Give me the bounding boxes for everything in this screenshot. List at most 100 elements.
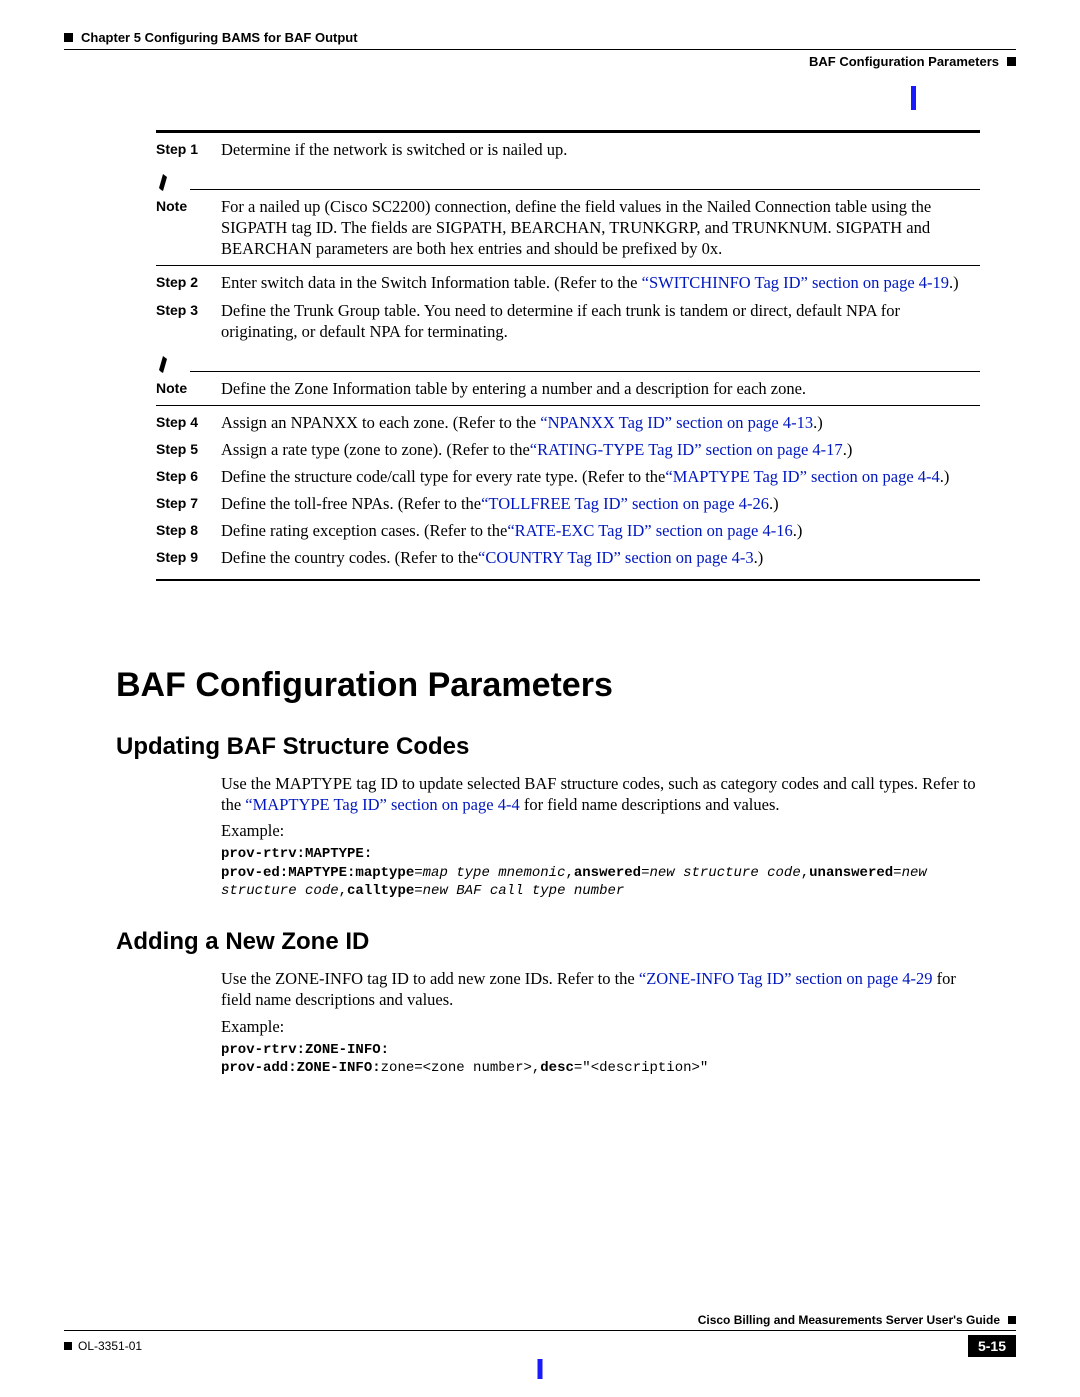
footer-left: OL-3351-01 — [64, 1339, 142, 1353]
step-label: Step 1 — [156, 139, 221, 160]
step-text-suffix: .) — [769, 494, 779, 513]
code-block: prov-rtrv:ZONE-INFO: prov-add:ZONE-INFO:… — [221, 1041, 980, 1077]
xref-link[interactable]: “TOLLFREE Tag ID” section on page 4-26 — [481, 494, 769, 513]
xref-link[interactable]: “COUNTRY Tag ID” section on page 4-3 — [478, 548, 754, 567]
xref-link[interactable]: “SWITCHINFO Tag ID” section on page 4-19 — [642, 273, 949, 292]
step-label: Step 3 — [156, 300, 221, 342]
footer-bottom-row: OL-3351-01 5-15 — [64, 1335, 1016, 1357]
header-chapter-text: Chapter 5 Configuring BAMS for BAF Outpu… — [81, 30, 358, 45]
note-block: Note For a nailed up (Cisco SC2200) conn… — [156, 168, 980, 266]
code-bold: desc — [540, 1060, 574, 1076]
note-label: Note — [156, 196, 221, 259]
code-bold: answered — [574, 865, 641, 881]
header-section-text: BAF Configuration Parameters — [809, 54, 999, 69]
change-bar-icon — [911, 86, 916, 110]
step-label: Step 7 — [156, 493, 221, 514]
xref-link[interactable]: “MAPTYPE Tag ID” section on page 4-4 — [665, 467, 939, 486]
footer-square-icon — [1008, 1316, 1016, 1324]
step-text-prefix: Define rating exception cases. (Refer to… — [221, 521, 507, 540]
main-content: Step 1 Determine if the network is switc… — [156, 130, 980, 1081]
note-bottom-rule — [156, 265, 980, 266]
xref-link[interactable]: “ZONE-INFO Tag ID” section on page 4-29 — [639, 969, 933, 988]
step-text-suffix: .) — [754, 548, 764, 567]
note-top-rule — [190, 189, 980, 190]
step-label: Step 2 — [156, 272, 221, 293]
code-bold: prov-rtrv:ZONE-INFO: — [221, 1042, 389, 1058]
step-row: Step 7 Define the toll-free NPAs. (Refer… — [156, 493, 980, 514]
code-italic: new structure code — [650, 865, 801, 881]
step-text: Define the Trunk Group table. You need t… — [221, 300, 980, 342]
note-top-rule — [190, 371, 980, 372]
step-label: Step 5 — [156, 439, 221, 460]
step-row: Step 1 Determine if the network is switc… — [156, 139, 980, 160]
note-text: Define the Zone Information table by ent… — [221, 378, 980, 399]
code-italic: new BAF call type number — [423, 883, 625, 899]
heading-h1: BAF Configuration Parameters — [116, 666, 980, 705]
heading-h2-zone-id: Adding a New Zone ID — [116, 928, 980, 956]
footer-rule — [64, 1330, 1016, 1331]
header-square-icon — [64, 33, 73, 42]
step-text-suffix: .) — [949, 273, 959, 292]
step-text-prefix: Define the structure code/call type for … — [221, 467, 665, 486]
step-text: Assign a rate type (zone to zone). (Refe… — [221, 439, 980, 460]
body-paragraph: Use the MAPTYPE tag ID to update selecte… — [221, 773, 980, 816]
xref-link[interactable]: “RATING-TYPE Tag ID” section on page 4-1… — [530, 440, 843, 459]
code-plain: zone=<zone number>, — [381, 1060, 541, 1076]
footer-square-icon — [64, 1342, 72, 1350]
step-text: Define the country codes. (Refer to the“… — [221, 547, 980, 568]
step-row: Step 9 Define the country codes. (Refer … — [156, 547, 980, 568]
center-tick-icon — [538, 1359, 543, 1379]
step-label: Step 9 — [156, 547, 221, 568]
step-label: Step 8 — [156, 520, 221, 541]
heading-h2-structure-codes: Updating BAF Structure Codes — [116, 733, 980, 761]
step-text: Determine if the network is switched or … — [221, 139, 980, 160]
note-text: For a nailed up (Cisco SC2200) connectio… — [221, 196, 980, 259]
step-row: Step 5 Assign a rate type (zone to zone)… — [156, 439, 980, 460]
footer-guide-text: Cisco Billing and Measurements Server Us… — [698, 1313, 1000, 1327]
body-paragraph: Use the ZONE-INFO tag ID to add new zone… — [221, 968, 980, 1011]
step-text-prefix: Assign an NPANXX to each zone. (Refer to… — [221, 413, 540, 432]
xref-link[interactable]: “MAPTYPE Tag ID” section on page 4-4 — [245, 795, 519, 814]
step-text-suffix: .) — [813, 413, 823, 432]
xref-link[interactable]: “NPANXX Tag ID” section on page 4-13 — [540, 413, 813, 432]
step-text: Enter switch data in the Switch Informat… — [221, 272, 980, 293]
code-italic: map type mnemonic — [423, 865, 566, 881]
step-text: Define rating exception cases. (Refer to… — [221, 520, 980, 541]
step-label: Step 4 — [156, 412, 221, 433]
pencil-note-icon — [156, 350, 182, 374]
step-row: Step 2 Enter switch data in the Switch I… — [156, 272, 980, 293]
step-label: Step 6 — [156, 466, 221, 487]
step-text: Assign an NPANXX to each zone. (Refer to… — [221, 412, 980, 433]
page-footer: Cisco Billing and Measurements Server Us… — [64, 1330, 1016, 1357]
example-label: Example: — [221, 821, 980, 841]
header-square2-icon — [1007, 57, 1016, 66]
code-bold: prov-ed:MAPTYPE:maptype — [221, 865, 414, 881]
note-block: Note Define the Zone Information table b… — [156, 350, 980, 406]
code-bold: calltype — [347, 883, 414, 899]
code-bold: prov-rtrv:MAPTYPE: — [221, 846, 372, 862]
page-header: Chapter 5 Configuring BAMS for BAF Outpu… — [64, 30, 1016, 69]
step-row: Step 6 Define the structure code/call ty… — [156, 466, 980, 487]
header-rule — [64, 49, 1016, 50]
footer-guide-row: Cisco Billing and Measurements Server Us… — [698, 1313, 1016, 1327]
para-suffix: for field name descriptions and values. — [520, 795, 780, 814]
step-row: Step 3 Define the Trunk Group table. You… — [156, 300, 980, 342]
xref-link[interactable]: “RATE-EXC Tag ID” section on page 4-16 — [507, 521, 792, 540]
code-block: prov-rtrv:MAPTYPE: prov-ed:MAPTYPE:mapty… — [221, 845, 980, 900]
code-plain: ="<description>" — [574, 1060, 708, 1076]
step-text-suffix: .) — [793, 521, 803, 540]
step-text-prefix: Define the country codes. (Refer to the — [221, 548, 478, 567]
step-text-prefix: Enter switch data in the Switch Informat… — [221, 273, 642, 292]
top-rule — [156, 130, 980, 133]
step-text-prefix: Define the toll-free NPAs. (Refer to the — [221, 494, 481, 513]
code-bold: unanswered — [809, 865, 893, 881]
pencil-note-icon — [156, 168, 182, 192]
step-row: Step 4 Assign an NPANXX to each zone. (R… — [156, 412, 980, 433]
note-label: Note — [156, 378, 221, 399]
note-bottom-rule — [156, 405, 980, 406]
steps-end-rule — [156, 579, 980, 581]
header-chapter-row: Chapter 5 Configuring BAMS for BAF Outpu… — [64, 30, 1016, 45]
step-text: Define the structure code/call type for … — [221, 466, 980, 487]
step-text-suffix: .) — [843, 440, 853, 459]
header-section-row: BAF Configuration Parameters — [64, 54, 1016, 69]
